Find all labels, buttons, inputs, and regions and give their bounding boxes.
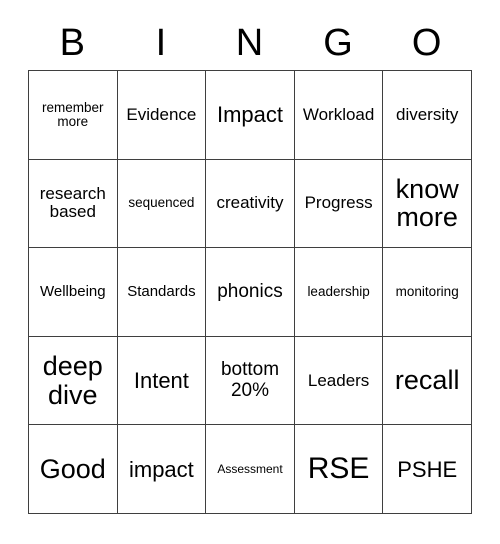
bingo-cell-label: creativity xyxy=(216,193,284,213)
bingo-cell-r5c4[interactable]: RSE xyxy=(294,425,384,514)
bingo-cell-r1c4[interactable]: Workload xyxy=(294,71,384,160)
bingo-cell-r3c2[interactable]: Standards xyxy=(117,248,207,337)
bingo-cell-label: Good xyxy=(39,453,106,484)
bingo-cell-label: Evidence xyxy=(126,104,197,124)
bingo-cell-r1c5[interactable]: diversity xyxy=(383,71,472,160)
bingo-cell-label: Leaders xyxy=(307,370,370,390)
bingo-cell-label: research based xyxy=(39,184,106,222)
bingo-cell-r1c3[interactable]: Impact xyxy=(206,71,295,160)
bingo-cell-label: impact xyxy=(128,456,194,482)
bingo-cell-label: remember more xyxy=(42,99,104,129)
header-letter-i: I xyxy=(155,22,167,64)
header-letter-g: G xyxy=(323,22,353,64)
bingo-cell-r5c2[interactable]: impact xyxy=(117,425,207,514)
bingo-cell-label: monitoring xyxy=(395,283,459,299)
bingo-cell-r4c1[interactable]: deep dive xyxy=(29,336,118,426)
bingo-cell-label: Intent xyxy=(133,367,189,393)
bingo-cell-label: phonics xyxy=(217,280,283,302)
bingo-cell-r2c1[interactable]: research based xyxy=(29,159,118,249)
bingo-grid: remember more Evidence Impact Workload diver… xyxy=(28,70,472,514)
bingo-card: B I N G O remember more Evidence Impact Wor… xyxy=(0,0,500,544)
bingo-cell-r5c1[interactable]: Good xyxy=(29,425,118,514)
bingo-cell-label: Workload xyxy=(302,104,375,124)
bingo-cell-label: Impact xyxy=(216,102,283,128)
header-letter-o: O xyxy=(411,22,442,64)
bingo-cell-r3c4[interactable]: leadership xyxy=(294,248,384,337)
bingo-cell-r4c5[interactable]: recall xyxy=(383,336,472,426)
bingo-cell-r5c5[interactable]: PSHE xyxy=(383,425,472,514)
bingo-cell-r1c2[interactable]: Evidence xyxy=(117,71,207,160)
bingo-cell-label: diversity xyxy=(396,104,459,124)
bingo-cell-r3c5[interactable]: monitoring xyxy=(383,248,472,337)
bingo-cell-label: recall xyxy=(394,365,460,396)
bingo-cell-label: Wellbeing xyxy=(39,283,106,301)
bingo-cell-label: RSE xyxy=(307,452,370,486)
bingo-cell-r3c3[interactable]: phonics xyxy=(206,248,295,337)
bingo-cell-label: know more xyxy=(395,173,459,233)
bingo-cell-label: sequenced xyxy=(128,195,195,211)
bingo-cell-r5c3[interactable]: Assessment xyxy=(206,425,295,514)
bingo-cell-label: PSHE xyxy=(397,456,458,482)
bingo-cell-r4c3[interactable]: bottom 20% xyxy=(206,336,295,426)
bingo-cell-r3c1[interactable]: Wellbeing xyxy=(29,248,118,337)
bingo-cell-r1c1[interactable]: remember more xyxy=(29,71,118,160)
bingo-cell-r4c4[interactable]: Leaders xyxy=(294,336,384,426)
header-letter-b: B xyxy=(59,22,85,64)
bingo-cell-label: Assessment xyxy=(217,461,283,476)
bingo-cell-r2c4[interactable]: Progress xyxy=(294,159,384,249)
bingo-cell-label: Standards xyxy=(127,283,196,301)
bingo-cell-label: bottom 20% xyxy=(220,359,280,401)
bingo-cell-r2c3[interactable]: creativity xyxy=(206,159,295,249)
bingo-cell-r2c2[interactable]: sequenced xyxy=(117,159,207,249)
header-letter-n: N xyxy=(235,22,264,64)
bingo-cell-r2c5[interactable]: know more xyxy=(383,159,472,249)
bingo-cell-label: deep dive xyxy=(42,350,103,410)
bingo-cell-label: Progress xyxy=(304,193,373,213)
bingo-header-row: B I N G O xyxy=(28,16,472,70)
bingo-cell-label: leadership xyxy=(307,283,370,299)
bingo-cell-r4c2[interactable]: Intent xyxy=(117,336,207,426)
